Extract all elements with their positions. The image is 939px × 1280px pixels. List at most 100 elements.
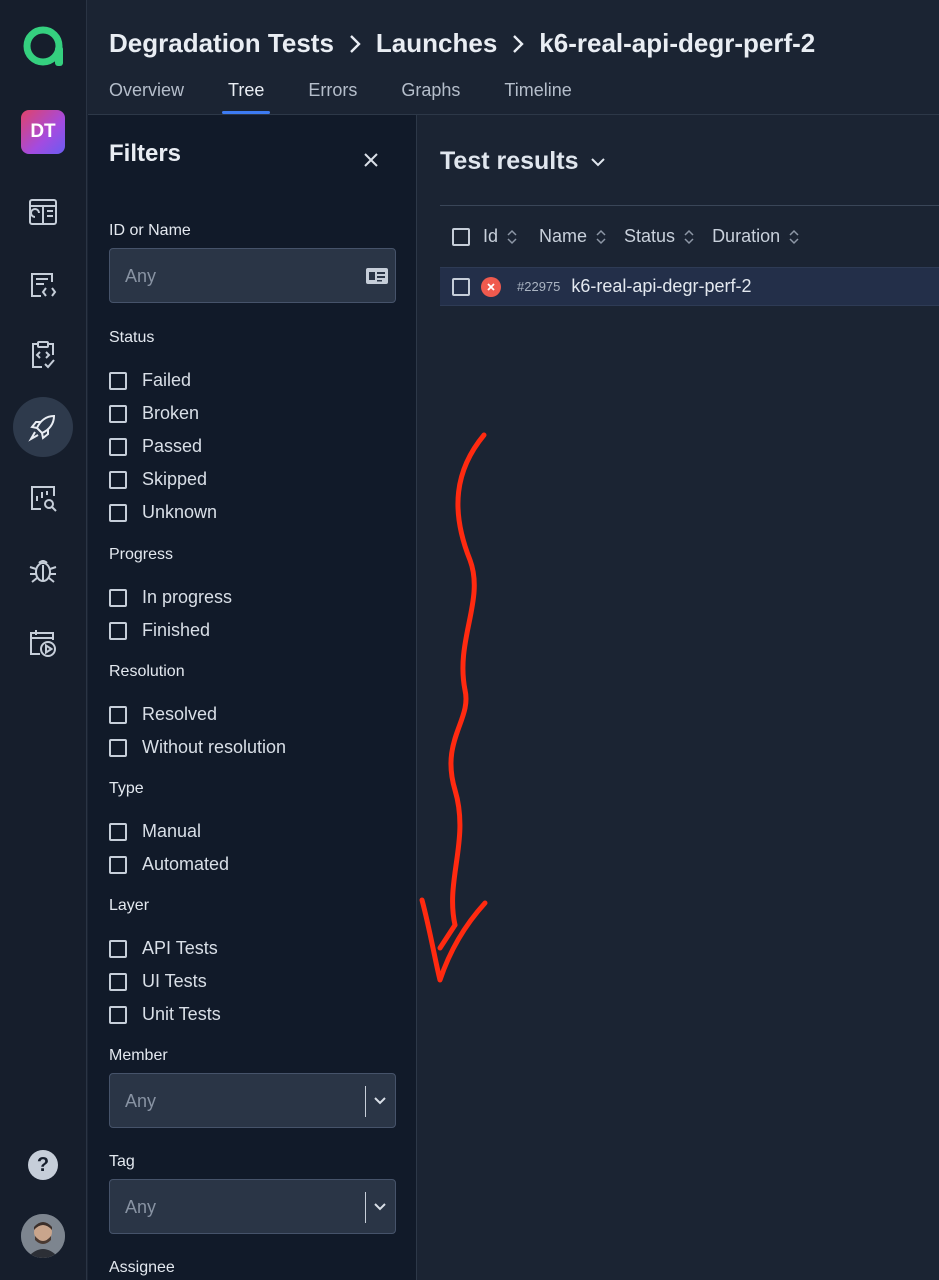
checkbox-label: In progress xyxy=(142,587,233,607)
test-plans-icon[interactable] xyxy=(13,325,73,385)
chevron-down-icon[interactable] xyxy=(373,1200,387,1214)
checkbox[interactable] xyxy=(109,822,127,841)
column-duration[interactable]: Duration xyxy=(712,226,799,247)
resolution-without-checkbox[interactable]: Without resolution xyxy=(109,737,286,758)
project-initials: DT xyxy=(30,121,56,142)
checkbox-label: Skipped xyxy=(142,469,208,489)
checkbox-label: Passed xyxy=(142,436,203,456)
tag-label: Tag xyxy=(109,1153,135,1170)
failed-status-icon xyxy=(481,276,501,297)
tab-overview[interactable]: Overview xyxy=(109,78,184,114)
checkbox[interactable] xyxy=(109,588,127,607)
status-skipped-checkbox[interactable]: Skipped xyxy=(109,469,207,490)
status-failed-checkbox[interactable]: Failed xyxy=(109,370,191,391)
id-or-name-placeholder: Any xyxy=(125,266,157,286)
dashboards-icon[interactable] xyxy=(13,182,73,242)
row-checkbox[interactable] xyxy=(452,277,470,296)
checkbox-label: Failed xyxy=(142,370,192,390)
tab-tree[interactable]: Tree xyxy=(221,78,271,114)
checkbox-label: Manual xyxy=(142,821,202,841)
column-name-label: Name xyxy=(539,226,588,246)
checkbox-label: Unit Tests xyxy=(142,1004,221,1024)
chevron-right-icon xyxy=(350,34,361,53)
test-cases-icon[interactable] xyxy=(13,255,73,315)
status-unknown-checkbox[interactable]: Unknown xyxy=(109,502,217,523)
checkbox-label: UI Tests xyxy=(142,971,207,991)
launch-tabs: Overview Tree Errors Graphs Timeline xyxy=(109,78,616,114)
launches-icon[interactable] xyxy=(13,397,73,457)
checkbox[interactable] xyxy=(109,437,127,456)
status-passed-checkbox[interactable]: Passed xyxy=(109,436,202,457)
type-manual-checkbox[interactable]: Manual xyxy=(109,821,201,842)
progress-in-progress-checkbox[interactable]: In progress xyxy=(109,587,232,608)
help-icon[interactable]: ? xyxy=(28,1150,58,1180)
status-broken-checkbox[interactable]: Broken xyxy=(109,403,199,424)
checkbox[interactable] xyxy=(109,1005,127,1024)
id-or-name-label: ID or Name xyxy=(109,222,191,239)
member-select[interactable]: Any xyxy=(109,1073,396,1128)
close-icon[interactable] xyxy=(362,151,380,169)
allure-logo-icon[interactable] xyxy=(19,22,67,70)
page-header: Degradation Tests Launches k6-real-api-d… xyxy=(88,0,939,115)
layer-ui-checkbox[interactable]: UI Tests xyxy=(109,971,207,992)
column-name[interactable]: Name xyxy=(539,226,606,247)
status-label: Status xyxy=(109,329,155,346)
checkbox[interactable] xyxy=(109,470,127,489)
chevron-down-icon[interactable] xyxy=(590,154,606,170)
layer-unit-checkbox[interactable]: Unit Tests xyxy=(109,1004,221,1025)
checkbox[interactable] xyxy=(109,621,127,640)
breadcrumb: Degradation Tests Launches k6-real-api-d… xyxy=(109,28,815,59)
checkbox[interactable] xyxy=(109,404,127,423)
test-results-title-text: Test results xyxy=(440,147,579,175)
row-name[interactable]: k6-real-api-degr-perf-2 xyxy=(571,276,751,297)
checkbox[interactable] xyxy=(109,371,127,390)
breadcrumb-launch: k6-real-api-degr-perf-2 xyxy=(539,28,816,58)
layer-label: Layer xyxy=(109,897,150,914)
test-results-title[interactable]: Test results xyxy=(440,147,606,176)
table-row[interactable]: #22975 k6-real-api-degr-perf-2 xyxy=(440,267,939,306)
checkbox[interactable] xyxy=(109,939,127,958)
defects-icon[interactable] xyxy=(13,540,73,600)
project-avatar[interactable]: DT xyxy=(21,110,65,154)
chevron-down-icon[interactable] xyxy=(373,1094,387,1108)
breadcrumb-launches[interactable]: Launches xyxy=(376,28,497,59)
tag-select[interactable]: Any xyxy=(109,1179,396,1234)
breadcrumb-project[interactable]: Degradation Tests xyxy=(109,28,334,59)
checkbox-label: Finished xyxy=(142,620,211,640)
checkbox-label: Without resolution xyxy=(142,737,287,757)
assignee-label: Assignee xyxy=(109,1259,175,1276)
type-automated-checkbox[interactable]: Automated xyxy=(109,854,229,875)
checkbox[interactable] xyxy=(109,738,127,757)
checkbox-label: Resolved xyxy=(142,704,218,724)
checkbox-label: API Tests xyxy=(142,938,218,958)
jobs-icon[interactable] xyxy=(13,613,73,673)
select-all-checkbox[interactable] xyxy=(452,227,470,246)
select-divider xyxy=(365,1192,366,1223)
tab-graphs[interactable]: Graphs xyxy=(401,78,460,114)
layer-api-checkbox[interactable]: API Tests xyxy=(109,938,218,959)
checkbox[interactable] xyxy=(109,855,127,874)
checkbox[interactable] xyxy=(109,972,127,991)
column-id[interactable]: Id xyxy=(483,226,517,247)
column-status[interactable]: Status xyxy=(624,226,694,247)
analytics-icon[interactable] xyxy=(13,468,73,528)
user-avatar[interactable] xyxy=(21,1214,65,1258)
column-status-label: Status xyxy=(624,226,676,246)
column-duration-label: Duration xyxy=(712,226,781,246)
tab-timeline[interactable]: Timeline xyxy=(504,78,571,114)
id-or-name-input[interactable]: Any xyxy=(109,248,396,303)
progress-finished-checkbox[interactable]: Finished xyxy=(109,620,210,641)
table-header: Id Name Status Duration xyxy=(440,205,939,267)
chevron-right-icon xyxy=(513,34,524,53)
type-label: Type xyxy=(109,780,144,797)
tab-errors[interactable]: Errors xyxy=(308,78,357,114)
tag-placeholder: Any xyxy=(125,1197,157,1217)
checkbox-label: Unknown xyxy=(142,502,218,522)
resolution-resolved-checkbox[interactable]: Resolved xyxy=(109,704,217,725)
filters-panel: Filters ID or Name Any Status Failed Bro… xyxy=(88,115,417,1280)
sort-icon xyxy=(596,229,606,244)
checkbox-label: Automated xyxy=(142,854,230,874)
checkbox[interactable] xyxy=(109,503,127,522)
checkbox[interactable] xyxy=(109,705,127,724)
help-label: ? xyxy=(36,1153,50,1176)
